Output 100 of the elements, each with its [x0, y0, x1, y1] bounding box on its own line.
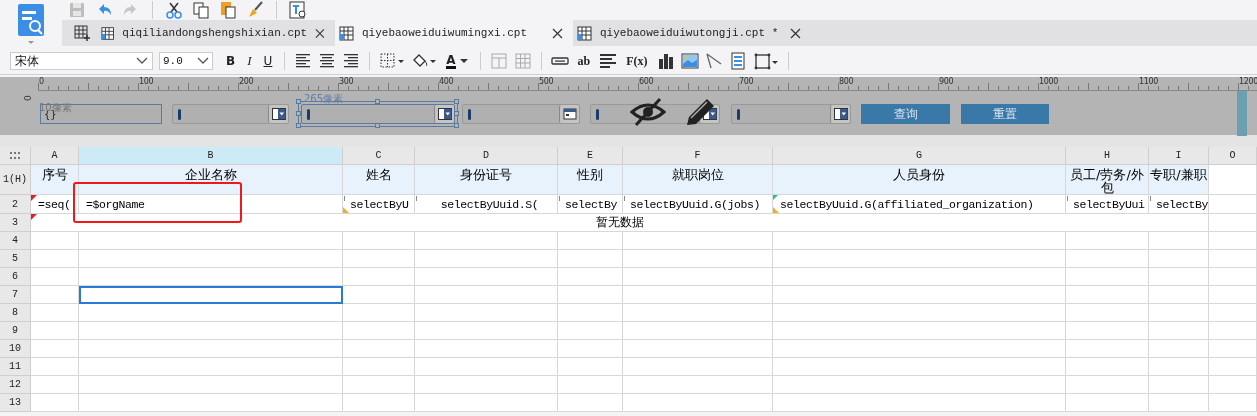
table-cell-text: 员工/劳务/外包 — [1069, 168, 1145, 194]
font-dropdown[interactable]: 宋体 — [10, 52, 153, 70]
table-cell: selectByU — [350, 197, 409, 211]
ruler-label: 1200 — [1239, 77, 1257, 87]
table-cell: selectBy — [1156, 197, 1208, 211]
close-icon[interactable] — [315, 27, 325, 39]
empty-cell — [343, 358, 415, 376]
dropdown-button[interactable] — [830, 105, 850, 123]
align-left-icon[interactable] — [294, 52, 313, 70]
format-button[interactable]: ab — [574, 53, 594, 69]
row-header[interactable]: 2 — [0, 195, 31, 214]
border-icon[interactable] — [379, 52, 406, 70]
row-header[interactable]: 13 — [0, 394, 31, 412]
scroll-marker — [1237, 91, 1247, 136]
form-button[interactable]: 重置 — [961, 104, 1049, 124]
table-cell: 人员身份 — [893, 168, 945, 181]
align-right-icon[interactable] — [342, 52, 361, 70]
column-header[interactable]: C — [343, 147, 415, 165]
row-header[interactable]: 8 — [0, 304, 31, 322]
date-widget[interactable] — [462, 104, 580, 124]
cursor-mark — [596, 108, 599, 120]
bar-chart-icon[interactable] — [656, 52, 675, 70]
sheet-icon — [577, 25, 592, 41]
ruler-label: 900 — [939, 77, 954, 87]
row-header[interactable]: 6 — [0, 268, 31, 286]
empty-cell — [343, 340, 415, 358]
select-all-corner[interactable] — [0, 147, 31, 165]
dropdown-button[interactable] — [268, 105, 288, 123]
table-cell: selectBy — [565, 197, 617, 211]
format-button[interactable]: F(x) — [623, 53, 651, 69]
empty-cell — [343, 322, 415, 340]
row-header[interactable]: 1(H) — [0, 165, 31, 195]
empty-cell — [343, 250, 415, 268]
row-header[interactable]: 12 — [0, 376, 31, 394]
paragraph-icon[interactable] — [599, 52, 618, 70]
find-icon[interactable] — [289, 1, 307, 19]
row-header[interactable]: 7 — [0, 286, 31, 304]
dropdown-icon — [437, 108, 452, 120]
row-header[interactable]: 5 — [0, 250, 31, 268]
combo-widget[interactable] — [172, 104, 289, 124]
align-center-icon[interactable] — [318, 52, 337, 70]
row-header[interactable]: 3 — [0, 214, 31, 232]
font-color-button[interactable]: A — [443, 53, 471, 69]
empty-cell — [1149, 250, 1209, 268]
brush-icon[interactable] — [246, 1, 264, 19]
underline-button[interactable]: U — [260, 54, 276, 68]
frame-icon[interactable] — [752, 52, 779, 70]
report-icon[interactable] — [728, 52, 747, 70]
column-header[interactable]: D — [415, 147, 558, 165]
empty-cell — [558, 358, 623, 376]
column-header[interactable]: O — [1209, 147, 1257, 165]
dropdown-icon — [271, 108, 286, 120]
table-cell: 性别 — [577, 168, 603, 181]
cut-icon[interactable] — [165, 1, 183, 19]
column-header[interactable]: A — [31, 147, 79, 165]
empty-cell — [1149, 358, 1209, 376]
slash-icon[interactable] — [704, 52, 723, 70]
empty-cell — [1209, 340, 1257, 358]
dropdown-button[interactable] — [434, 105, 454, 123]
form-button[interactable]: 查询 — [861, 104, 950, 124]
italic-button[interactable]: I — [244, 53, 255, 69]
copy-icon[interactable] — [192, 1, 210, 19]
report-logo-icon[interactable] — [16, 2, 46, 46]
close-icon[interactable] — [552, 27, 563, 39]
cursor-mark — [468, 108, 471, 120]
table-cell: 就职岗位 — [671, 168, 724, 181]
ruler-label: 300 — [339, 77, 354, 87]
size-dropdown[interactable]: 9.0 — [159, 52, 213, 70]
chevron-icon — [136, 57, 148, 65]
row-header[interactable]: 9 — [0, 322, 31, 340]
column-header[interactable]: F — [623, 147, 773, 165]
row-header[interactable]: 4 — [0, 232, 31, 250]
table-cell: selectByUuid.S( — [440, 197, 539, 211]
grid-dots-icon — [9, 151, 21, 160]
dropdown-icon — [833, 108, 848, 120]
column-header[interactable]: E — [558, 147, 623, 165]
file-tab[interactable]: qiyebaoweiduiwumingxi.cpt — [335, 20, 573, 46]
selected-cell[interactable] — [79, 286, 343, 304]
empty-cell — [1149, 322, 1209, 340]
bold-button[interactable]: B — [223, 54, 239, 68]
table-cell: 序号 — [41, 168, 68, 181]
table-cell: selectByUui — [1073, 197, 1145, 211]
empty-cell — [1149, 304, 1209, 322]
row-header[interactable]: 11 — [0, 358, 31, 376]
empty-cell — [1209, 358, 1257, 376]
merge-cells-icon[interactable] — [489, 52, 508, 70]
column-header[interactable]: I — [1149, 147, 1209, 165]
paste-icon[interactable] — [219, 1, 237, 19]
combo-widget[interactable] — [731, 104, 851, 124]
column-header[interactable]: B — [79, 147, 343, 165]
empty-cell — [343, 394, 415, 412]
empty-cell — [1209, 376, 1257, 394]
column-header[interactable]: H — [1066, 147, 1149, 165]
sheet-icon — [339, 25, 354, 41]
column-header[interactable]: G — [773, 147, 1066, 165]
row-header[interactable]: 10 — [0, 340, 31, 358]
image-icon[interactable] — [680, 52, 699, 70]
calendar-button[interactable] — [559, 105, 579, 123]
close-icon[interactable] — [790, 27, 801, 39]
new-sheet-icon[interactable] — [74, 24, 92, 42]
